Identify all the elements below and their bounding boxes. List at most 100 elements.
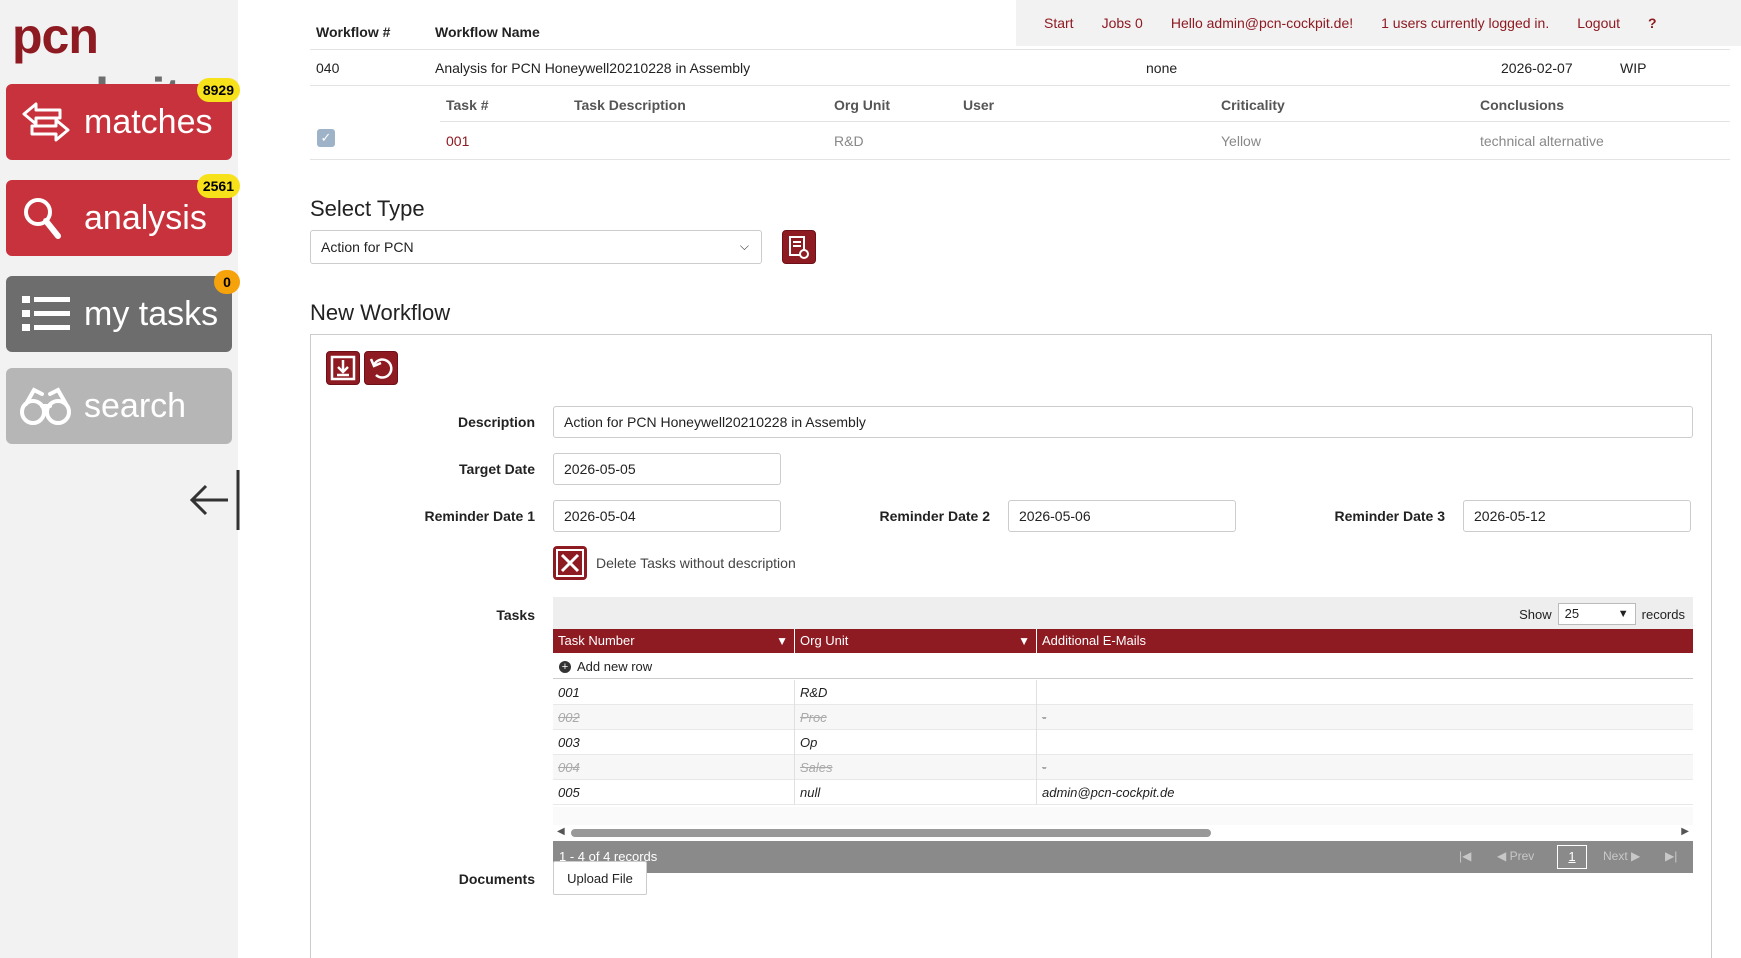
workflow-number: 040 [316, 60, 340, 76]
cell-org-unit[interactable]: Op [795, 730, 1037, 755]
reminder-date-2-input[interactable]: 2026-05-06 [1008, 500, 1236, 532]
column-header-label: Org Unit [800, 633, 849, 648]
table-row[interactable]: 004 Sales - [553, 755, 1693, 780]
prev-page-button[interactable]: ◀ Prev [1497, 849, 1534, 863]
add-new-row-label: Add new row [577, 659, 653, 674]
col-header-user: User [963, 97, 995, 113]
table-row[interactable]: 002 Proc - [553, 705, 1693, 730]
cell-emails[interactable]: - [1037, 755, 1693, 780]
page-size-control: Show 25 ▼ records [1519, 603, 1685, 625]
grid-pager: 1 - 4 of 4 records |◀ ◀ Prev 1 Next ▶ ▶| [553, 841, 1693, 873]
sidebar-item-my-tasks[interactable]: my tasks 0 [6, 270, 240, 352]
help-icon[interactable]: ? [1648, 15, 1657, 31]
type-select[interactable]: Action for PCN ⌵ [310, 230, 762, 264]
scroll-left-icon[interactable]: ◀ [557, 826, 565, 837]
col-header-task-number: Task # [446, 97, 489, 113]
table-row[interactable]: 001 R&D [553, 680, 1693, 705]
next-page-button[interactable]: Next ▶ [1603, 849, 1640, 863]
column-header-additional-emails[interactable]: Additional E-Mails [1037, 629, 1693, 653]
cell-task-number[interactable]: 003 [553, 730, 795, 755]
grid-toolbar: Show 25 ▼ records [553, 597, 1693, 629]
filter-icon[interactable]: ▼ [776, 629, 788, 653]
task-checkbox[interactable]: ✓ [317, 129, 335, 147]
delete-tasks-toggle[interactable] [553, 546, 587, 580]
filter-icon[interactable]: ▼ [1018, 629, 1030, 653]
nav-jobs-link[interactable]: Jobs 0 [1102, 15, 1143, 31]
scroll-right-icon[interactable]: ▶ [1681, 826, 1689, 837]
col-header-criticality: Criticality [1221, 97, 1285, 113]
workflow-date: 2026-02-07 [1501, 60, 1573, 76]
divider [440, 121, 1730, 122]
cell-task-number[interactable]: 005 [553, 780, 795, 805]
new-workflow-heading: New Workflow [310, 300, 451, 325]
column-header-org-unit[interactable]: Org Unit ▼ [795, 629, 1037, 653]
divider [310, 159, 1730, 160]
horizontal-scrollbar[interactable]: ◀ ▶ [553, 825, 1693, 839]
first-page-icon[interactable]: |◀ [1459, 849, 1471, 863]
task-org-unit: R&D [834, 133, 864, 149]
cell-emails[interactable] [1037, 730, 1693, 755]
matches-count-badge: 8929 [196, 78, 240, 102]
swap-arrows-icon [22, 102, 70, 142]
documents-label: Documents [458, 871, 535, 887]
sidebar-item-label: search [84, 386, 187, 425]
reminder-date-1-input[interactable]: 2026-05-04 [553, 500, 781, 532]
cell-task-number[interactable]: 001 [553, 680, 795, 705]
reminder-date-2-label: Reminder Date 2 [879, 508, 990, 524]
cell-emails[interactable] [1037, 680, 1693, 705]
magnifier-icon [24, 198, 61, 239]
cell-org-unit[interactable]: Proc [795, 705, 1037, 730]
save-button[interactable] [326, 351, 360, 385]
page-size-select[interactable]: 25 ▼ [1557, 603, 1636, 625]
col-header-conclusions: Conclusions [1480, 97, 1565, 113]
cell-task-number[interactable]: 002 [553, 705, 795, 730]
collapse-sidebar-icon[interactable] [188, 468, 242, 532]
column-header-task-number[interactable]: Task Number ▼ [553, 629, 795, 653]
table-row[interactable]: 003 Op [553, 730, 1693, 755]
current-page[interactable]: 1 [1557, 845, 1587, 869]
greeting-text: Hello admin@pcn-cockpit.de! [1170, 15, 1354, 31]
column-header-label: Task Number [558, 633, 635, 648]
scrollbar-thumb[interactable] [571, 829, 1211, 837]
target-date-input[interactable]: 2026-05-05 [553, 453, 781, 485]
reminder-date-3-input[interactable]: 2026-05-12 [1463, 500, 1691, 532]
sidebar-item-search[interactable]: search [6, 368, 232, 444]
tasks-count-badge: 0 [214, 270, 240, 294]
sidebar: pcn cockpit matches 8929 analysis 2561 m… [0, 0, 240, 958]
list-icon [22, 296, 70, 331]
document-icon [789, 236, 809, 259]
cell-task-number[interactable]: 004 [553, 755, 795, 780]
chevron-down-icon: ▼ [1617, 608, 1629, 620]
apply-type-button[interactable] [782, 230, 816, 264]
analysis-count-badge: 2561 [196, 174, 240, 198]
description-input[interactable]: Action for PCN Honeywell20210228 in Asse… [553, 406, 1693, 438]
table-row[interactable]: 005 null admin@pcn-cockpit.de [553, 780, 1693, 805]
top-nav: Start Jobs 0 Hello admin@pcn-cockpit.de!… [1016, 0, 1741, 46]
cell-org-unit[interactable]: Sales [795, 755, 1037, 780]
close-icon [556, 549, 584, 577]
sidebar-item-analysis[interactable]: analysis 2561 [6, 174, 240, 256]
reminder-date-1-label: Reminder Date 1 [424, 508, 535, 524]
nav-start-link[interactable]: Start [1044, 15, 1074, 31]
task-number-link[interactable]: 001 [446, 133, 469, 149]
cell-org-unit[interactable]: R&D [795, 680, 1037, 705]
col-header-task-description: Task Description [574, 97, 686, 113]
cell-emails[interactable]: - [1037, 705, 1693, 730]
add-new-row-button[interactable]: + Add new row [553, 653, 1693, 679]
prev-label: Prev [1509, 849, 1535, 863]
workflow-status: WIP [1620, 60, 1647, 76]
cell-org-unit[interactable]: null [795, 780, 1037, 805]
logout-link[interactable]: Logout [1577, 15, 1620, 31]
next-label: Next [1603, 849, 1628, 863]
last-page-icon[interactable]: ▶| [1665, 849, 1677, 863]
undo-button[interactable] [364, 351, 398, 385]
upload-file-button[interactable]: Upload File [553, 861, 647, 895]
show-label: Show [1519, 606, 1552, 622]
column-header-label: Additional E-Mails [1042, 633, 1147, 648]
cell-emails[interactable]: admin@pcn-cockpit.de [1037, 780, 1693, 805]
sidebar-item-matches[interactable]: matches 8929 [6, 78, 240, 160]
task-criticality: Yellow [1221, 133, 1261, 149]
workflow-name: Analysis for PCN Honeywell20210228 in As… [435, 60, 751, 76]
col-header-workflow-name: Workflow Name [435, 24, 540, 40]
binoculars-icon [20, 387, 71, 425]
